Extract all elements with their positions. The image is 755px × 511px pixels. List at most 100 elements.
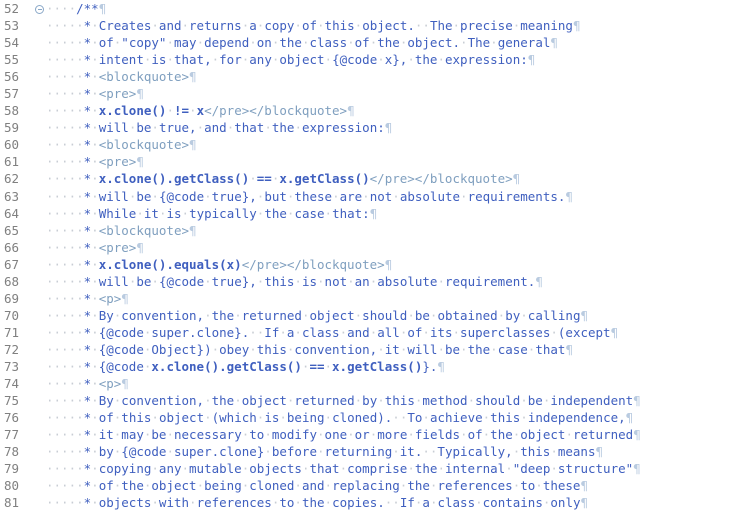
code-line-content[interactable]: ·····*·By·convention,·the·object·returne… — [46, 392, 755, 409]
code-line[interactable]: 63 ·····*·will·be·{@code·true},·but·these… — [0, 188, 755, 205]
line-number: 74 — [4, 376, 20, 392]
code-line-content[interactable]: ·····*·While·it·is·typically·the·case·th… — [46, 205, 755, 222]
code-line-content[interactable]: ·····*·will·be·true,·and·that·the·expres… — [46, 119, 755, 136]
whitespace-dot: · — [91, 35, 99, 51]
code-line[interactable]: 77 ·····*·it·may·be·necessary·to·modify·o… — [0, 426, 755, 443]
code-line[interactable]: 67 ·····*·x.clone().equals(x)</pre></bloc… — [0, 256, 755, 273]
code-line[interactable]: 62 ·····*·x.clone().getClass()·==·x.getCl… — [0, 170, 755, 187]
whitespace-dot: · — [437, 461, 445, 477]
whitespace-dots: ····· — [46, 35, 84, 51]
code-line-content[interactable]: ·····*·<p>¶ — [46, 375, 755, 392]
code-line[interactable]: 56 ·····*·<blockquote>¶ — [0, 68, 755, 85]
code-line[interactable]: 81 ·····*·objects·with·references·to·the·… — [0, 494, 755, 511]
code-line-content[interactable]: ·····*·x.clone().equals(x)</pre></blockq… — [46, 256, 755, 273]
code-line[interactable]: 73 ·····*·{@code·x.clone().getClass()·==·… — [0, 358, 755, 375]
code-line[interactable]: 54 ·····*·of·"copy"·may·depend·on·the·cla… — [0, 34, 755, 51]
code-token: is — [166, 205, 182, 221]
code-token: != — [173, 103, 190, 119]
code-line[interactable]: 66 ·····*·<pre>¶ — [0, 239, 755, 256]
code-line[interactable]: 69 ·····*·<p>¶ — [0, 290, 755, 307]
whitespace-dot: · — [234, 307, 242, 323]
code-line-content[interactable]: ·····*·of·this·object·(which·is·being·cl… — [46, 409, 755, 426]
code-token: these — [294, 188, 333, 204]
code-token: the — [414, 52, 438, 68]
line-delimiter-pilcrow: ¶ — [189, 222, 197, 238]
code-line-content[interactable]: ·····*·it·may·be·necessary·to·modify·one… — [46, 426, 755, 443]
code-line-content[interactable]: ·····*·copying·any·mutable·objects·that·… — [46, 460, 755, 477]
code-token: object — [520, 427, 566, 443]
code-line-content[interactable]: ····/**¶ — [46, 0, 755, 17]
fold-collapse-glyph[interactable] — [35, 5, 44, 14]
code-token: class — [309, 35, 348, 51]
whitespace-dot: · — [347, 427, 355, 443]
code-line-content[interactable]: ·····*·will·be·{@code·true},·but·these·a… — [46, 188, 755, 205]
whitespace-dot: · — [91, 427, 99, 443]
line-delimiter-pilcrow: ¶ — [136, 86, 144, 102]
code-line-content[interactable]: ·····*·By·convention,·the·returned·objec… — [46, 307, 755, 324]
code-line-content[interactable]: ·····*·<blockquote>¶ — [46, 136, 755, 153]
code-token: it. — [399, 444, 423, 460]
code-line[interactable]: 75 ·····*·By·convention,·the·object·retur… — [0, 392, 755, 409]
code-line-content[interactable]: ·····*·x.clone().getClass()·==·x.getClas… — [46, 170, 755, 187]
code-token: Creates — [98, 18, 152, 34]
code-line-content[interactable]: ·····*·by·{@code·super.clone}·before·ret… — [46, 443, 755, 460]
code-token: and — [347, 324, 370, 340]
code-token: being — [286, 410, 325, 426]
code-line[interactable]: 71 ·····*·{@code·super.clone}.··If·a·clas… — [0, 324, 755, 341]
whitespace-dot: · — [136, 205, 144, 221]
whitespace-dot: · — [91, 52, 99, 68]
line-delimiter-pilcrow: ¶ — [189, 69, 197, 85]
code-line-content[interactable]: ·····*·<pre>¶ — [46, 85, 755, 102]
code-token: internal — [444, 461, 506, 477]
code-line[interactable]: 58 ·····*·x.clone()·!=·x</pre></blockquot… — [0, 102, 755, 119]
code-line[interactable]: 78 ·····*·by·{@code·super.clone}·before·r… — [0, 443, 755, 460]
code-line[interactable]: 60 ·····*·<blockquote>¶ — [0, 136, 755, 153]
code-line[interactable]: 76 ·····*·of·this·object·(which·is·being·… — [0, 409, 755, 426]
whitespace-dot: · — [392, 495, 400, 511]
code-line-content[interactable]: ·····*·{@code·super.clone}.··If·a·class·… — [46, 324, 755, 341]
whitespace-dot: · — [324, 495, 333, 511]
code-line-content[interactable]: ·····*·<pre>¶ — [46, 153, 755, 170]
code-lines[interactable]: 52 ····/**¶ 53 ·····*·Creates·and·returns·a… — [0, 0, 755, 511]
code-line-content[interactable]: ·····*·x.clone()·!=·x</pre></blockquote>… — [46, 102, 755, 119]
code-line[interactable]: 57 ·····*·<pre>¶ — [0, 85, 755, 102]
code-line[interactable]: 53 ·····*·Creates·and·returns·a·copy·of·t… — [0, 17, 755, 34]
code-line-content[interactable]: ·····*·{@code·x.clone().getClass()·==·x.… — [46, 358, 755, 375]
code-token: all — [377, 324, 400, 340]
code-token: == — [256, 171, 272, 187]
code-line-content[interactable]: ·····*·<blockquote>¶ — [46, 222, 755, 239]
code-line[interactable]: 52 ····/**¶ — [0, 0, 755, 17]
code-line-content[interactable]: ·····*·<p>¶ — [46, 290, 755, 307]
code-line[interactable]: 55 ·····*·intent·is·that,·for·any·object·… — [0, 51, 755, 68]
code-line-content[interactable]: ·····*·<blockquote>¶ — [46, 68, 755, 85]
code-line-content[interactable]: ·····*·intent·is·that,·for·any·object·{@… — [46, 51, 755, 68]
code-line-content[interactable]: ·····*·Creates·and·returns·a·copy·of·thi… — [46, 17, 755, 34]
code-line-content[interactable]: ·····*·of·"copy"·may·depend·on·the·class… — [46, 34, 755, 51]
code-line[interactable]: 59 ·····*·will·be·true,·and·that·the·expr… — [0, 119, 755, 136]
code-line-content[interactable]: ·····*·objects·with·references·to·the·co… — [46, 494, 755, 511]
whitespace-dot: · — [91, 205, 99, 221]
code-line[interactable]: 70 ·····*·By·convention,·the·returned·obj… — [0, 307, 755, 324]
code-line[interactable]: 65 ·····*·<blockquote>¶ — [0, 222, 755, 239]
whitespace-dots: ····· — [46, 86, 84, 102]
code-line-content[interactable]: ·····*·will·be·{@code·true},·this·is·not… — [46, 273, 755, 290]
fold-collapse-icon[interactable] — [33, 1, 46, 18]
line-delimiter-pilcrow: ¶ — [121, 376, 129, 392]
code-line-content[interactable]: ·····*·<pre>¶ — [46, 239, 755, 256]
code-token: {@code — [332, 52, 378, 68]
code-line-content[interactable]: ·····*·{@code·Object})·obey·this·convent… — [46, 341, 755, 358]
code-token: }. — [422, 358, 438, 374]
code-line[interactable]: 72 ·····*·{@code·Object})·obey·this·conve… — [0, 341, 755, 358]
code-line[interactable]: 80 ·····*·of·the·object·being·cloned·and·… — [0, 477, 755, 494]
code-line[interactable]: 64 ·····*·While·it·is·typically·the·case·… — [0, 205, 755, 222]
code-line[interactable]: 79 ·····*·copying·any·mutable·objects·tha… — [0, 460, 755, 477]
code-line[interactable]: 74 ·····*·<p>¶ — [0, 375, 755, 392]
code-line[interactable]: 61 ·····*·<pre>¶ — [0, 153, 755, 170]
whitespace-dot: · — [204, 273, 212, 289]
code-editor[interactable]: 52 ····/**¶ 53 ·····*·Creates·and·returns·a… — [0, 0, 755, 511]
line-delimiter-pilcrow: ¶ — [384, 120, 393, 136]
code-line[interactable]: 68 ·····*·will·be·{@code·true},·this·is·n… — [0, 273, 755, 290]
code-line-content[interactable]: ·····*·of·the·object·being·cloned·and·re… — [46, 477, 755, 494]
code-token: that — [234, 120, 265, 136]
code-token: calling — [527, 307, 581, 323]
